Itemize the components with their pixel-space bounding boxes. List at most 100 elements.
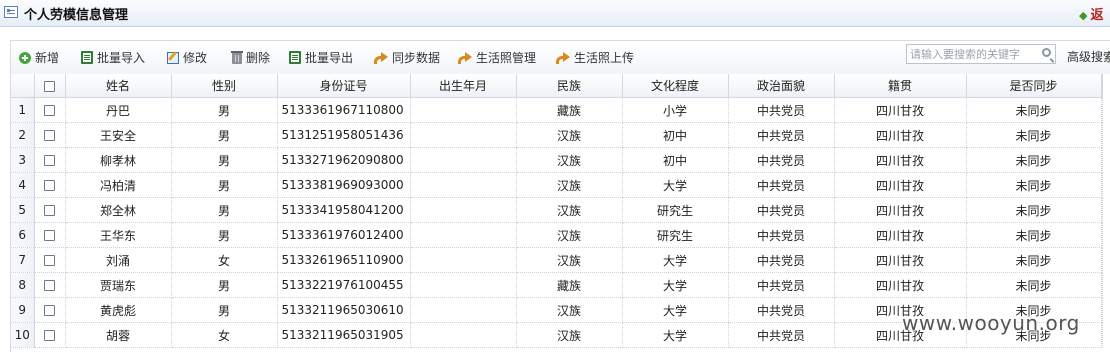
edit-button[interactable]: 修改 (167, 50, 207, 66)
column-header-id-number[interactable]: 身份证号 (277, 74, 411, 98)
row-checkbox[interactable] (44, 105, 55, 116)
table-row[interactable]: 8 贾瑞东男 5133221976100455 藏族 大学 中共党员 四川甘孜 未同步 (11, 272, 1103, 298)
row-checkbox[interactable] (44, 255, 55, 266)
select-all-checkbox[interactable] (44, 80, 55, 92)
sync-data-button[interactable]: 同步数据 (374, 50, 440, 66)
cell-id-number: 5133271962090800 (277, 147, 411, 173)
table-row[interactable]: 5 郑全林男 5133341958041200 汉族 研究生 中共党员 四川甘孜 未同步 (11, 197, 1103, 223)
cell-name: 贾瑞东 (65, 272, 172, 298)
cell-education: 初中 (622, 147, 729, 173)
life-photo-manage-button[interactable]: 生活照管理 (458, 50, 536, 66)
title-bar: 个人劳模信息管理 ◆ 返 (0, 0, 1110, 27)
table-row[interactable]: 6 王华东男 5133361976012400 汉族 研究生 中共党员 四川甘孜 未同步 (11, 222, 1103, 248)
cell-extra (1101, 322, 1103, 348)
table-row[interactable]: 2 王安全男 5131251958051436 汉族 初中 中共党员 四川甘孜 未同步 (11, 122, 1103, 148)
cell-birth-date (410, 322, 517, 348)
back-link[interactable]: ◆ 返 (1079, 4, 1103, 23)
row-select-cell[interactable] (34, 322, 66, 348)
batch-export-label: 批量导出 (305, 51, 354, 65)
cell-extra (1101, 172, 1103, 198)
search-box (906, 44, 1056, 64)
row-checkbox[interactable] (44, 205, 55, 216)
cell-name: 刘涌 (65, 247, 172, 273)
life-photo-manage-label: 生活照管理 (476, 51, 537, 65)
row-number: 9 (11, 297, 35, 323)
column-header-education[interactable]: 文化程度 (622, 74, 729, 98)
column-header-birth-date[interactable]: 出生年月 (410, 74, 517, 98)
row-checkbox[interactable] (44, 155, 55, 166)
cell-extra (1101, 247, 1103, 273)
row-select-cell[interactable] (34, 172, 66, 198)
cell-gender: 男 (171, 297, 278, 323)
row-select-cell[interactable] (34, 97, 66, 123)
cell-gender: 女 (171, 247, 278, 273)
search-input[interactable] (907, 45, 1034, 63)
cell-education: 大学 (622, 322, 729, 348)
column-header-name[interactable]: 姓名 (65, 74, 172, 98)
table-row[interactable]: 1 丹巴男 5133361967110800 藏族 小学 中共党员 四川甘孜 未同步 (11, 97, 1103, 123)
row-number: 4 (11, 172, 35, 198)
cell-extra (1101, 147, 1103, 173)
cell-gender: 男 (171, 272, 278, 298)
cell-political-status: 中共党员 (728, 322, 835, 348)
excel-import-icon (81, 51, 93, 64)
edit-icon (167, 52, 179, 64)
life-photo-upload-label: 生活照上传 (574, 51, 635, 65)
column-header-political-status[interactable]: 政治面貌 (728, 74, 835, 98)
cell-hometown: 四川甘孜 (834, 147, 967, 173)
row-checkbox[interactable] (44, 330, 55, 341)
row-select-cell[interactable] (34, 247, 66, 273)
column-header-gender[interactable]: 性别 (171, 74, 278, 98)
cell-ethnicity: 汉族 (516, 172, 623, 198)
row-number: 3 (11, 147, 35, 173)
table-row[interactable]: 7 刘涌女 5133261965110900 汉族 大学 中共党员 四川甘孜 未同步 (11, 247, 1103, 273)
table-header: 姓名 性别 身份证号 出生年月 民族 文化程度 政治面貌 籍贯 是否同步 (11, 74, 1103, 98)
cell-name: 黄虎彪 (65, 297, 172, 323)
cell-ethnicity: 汉族 (516, 297, 623, 323)
row-select-cell[interactable] (34, 197, 66, 223)
column-header-hometown[interactable]: 籍贯 (834, 74, 967, 98)
row-number: 10 (11, 322, 35, 348)
row-checkbox[interactable] (44, 130, 55, 141)
row-checkbox[interactable] (44, 280, 55, 291)
cell-name: 胡蓉 (65, 322, 172, 348)
batch-export-button[interactable]: 批量导出 (289, 50, 353, 66)
cell-hometown: 四川甘孜 (834, 122, 967, 148)
row-checkbox[interactable] (44, 180, 55, 191)
watermark-text: www.wooyun.org (902, 311, 1080, 335)
row-select-cell[interactable] (34, 222, 66, 248)
cell-birth-date (410, 247, 517, 273)
cell-id-number: 5133361976012400 (277, 222, 411, 248)
cell-gender: 男 (171, 172, 278, 198)
cell-hometown: 四川甘孜 (834, 197, 967, 223)
row-select-cell[interactable] (34, 272, 66, 298)
cell-hometown: 四川甘孜 (834, 247, 967, 273)
cell-ethnicity: 汉族 (516, 322, 623, 348)
row-select-cell[interactable] (34, 297, 66, 323)
select-all-header[interactable] (34, 74, 66, 98)
search-icon[interactable] (1042, 48, 1051, 57)
row-select-cell[interactable] (34, 122, 66, 148)
column-header-ethnicity[interactable]: 民族 (516, 74, 623, 98)
cell-id-number: 5133221976100455 (277, 272, 411, 298)
column-header-sync-status[interactable]: 是否同步 (966, 74, 1102, 98)
cell-education: 小学 (622, 97, 729, 123)
cell-ethnicity: 藏族 (516, 272, 623, 298)
cell-birth-date (410, 297, 517, 323)
row-select-cell[interactable] (34, 147, 66, 173)
table-row[interactable]: 3 柳孝林男 5133271962090800 汉族 初中 中共党员 四川甘孜 未同步 (11, 147, 1103, 173)
row-checkbox[interactable] (44, 230, 55, 241)
cell-political-status: 中共党员 (728, 222, 835, 248)
advanced-search-link[interactable]: 高级搜索 (1067, 48, 1110, 65)
table-row[interactable]: 4 冯柏清男 5133381969093000 汉族 大学 中共党员 四川甘孜 未同步 (11, 172, 1103, 198)
cell-education: 大学 (622, 297, 729, 323)
batch-import-button[interactable]: 批量导入 (81, 50, 145, 66)
row-checkbox[interactable] (44, 305, 55, 316)
trash-icon (231, 51, 243, 64)
add-button[interactable]: 新增 (19, 50, 59, 66)
cell-name: 柳孝林 (65, 147, 172, 173)
life-photo-upload-button[interactable]: 生活照上传 (556, 50, 634, 66)
delete-button[interactable]: 删除 (231, 50, 270, 66)
cell-id-number: 5131251958051436 (277, 122, 411, 148)
cell-political-status: 中共党员 (728, 97, 835, 123)
